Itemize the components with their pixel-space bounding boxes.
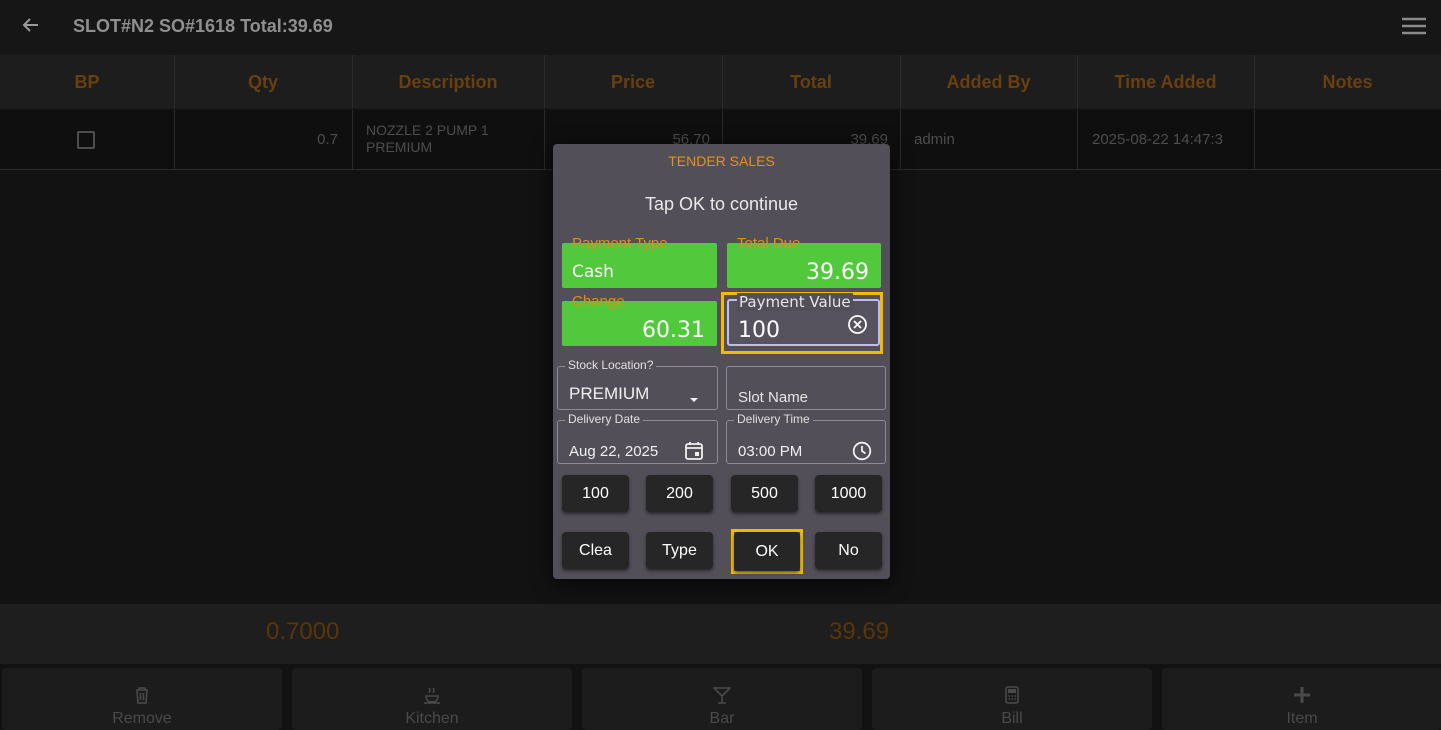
header-added-by[interactable]: Added By bbox=[900, 55, 1077, 109]
slot-name-placeholder: Slot Name bbox=[738, 389, 809, 406]
total-due-field: Total Due 39.69 bbox=[727, 235, 881, 288]
change-field: Change 60.31 bbox=[562, 293, 717, 346]
table-header: BP Qty Description Price Total Added By … bbox=[0, 55, 1441, 109]
dialog-message: Tap OK to continue bbox=[644, 194, 799, 214]
kitchen-button[interactable]: Kitchen bbox=[292, 668, 572, 730]
totals-bar: 0.7000 39.69 bbox=[0, 604, 1441, 664]
trash-icon bbox=[134, 686, 150, 708]
bar-label: Bar bbox=[709, 710, 735, 727]
payment-type-field[interactable]: Payment Type Cash bbox=[562, 235, 717, 288]
header-description[interactable]: Description bbox=[352, 55, 544, 109]
top-app-bar: SLOT#N2 SO#1618 Total:39.69 bbox=[0, 0, 1441, 55]
change-value: 60.31 bbox=[642, 318, 705, 343]
back-arrow-icon[interactable] bbox=[18, 12, 44, 38]
change-label: Change bbox=[572, 293, 625, 310]
total-due-label: Total Due bbox=[737, 235, 801, 252]
clock-icon[interactable] bbox=[852, 441, 872, 465]
footer-amount-total: 39.69 bbox=[829, 618, 890, 645]
quick-amount-500-button[interactable]: 500 bbox=[731, 475, 798, 512]
footer-qty-total: 0.7000 bbox=[266, 618, 340, 645]
kitchen-icon bbox=[423, 686, 441, 708]
delivery-date-field[interactable]: Delivery Date Aug 22, 2025 bbox=[557, 412, 718, 465]
payment-value-label: Payment Value bbox=[737, 293, 853, 311]
header-time-added[interactable]: Time Added bbox=[1077, 55, 1254, 109]
header-notes[interactable]: Notes bbox=[1254, 55, 1441, 109]
row-added-by: admin bbox=[914, 131, 955, 148]
row-qty: 0.7 bbox=[317, 131, 338, 148]
dialog-title: TENDER SALES bbox=[668, 153, 775, 169]
calculator-icon bbox=[1004, 686, 1020, 708]
item-label: Item bbox=[1286, 710, 1318, 727]
total-due-value: 39.69 bbox=[806, 260, 869, 285]
clear-button[interactable]: Clea bbox=[562, 532, 629, 569]
delivery-date-value: Aug 22, 2025 bbox=[569, 443, 659, 460]
remove-label: Remove bbox=[112, 710, 172, 727]
stock-location-value: PREMIUM bbox=[569, 384, 650, 403]
ok-button[interactable]: OK bbox=[734, 532, 800, 571]
header-bp[interactable]: BP bbox=[0, 55, 174, 109]
page-title: SLOT#N2 SO#1618 Total:39.69 bbox=[73, 16, 333, 36]
row-description-line1: NOZZLE 2 PUMP 1 bbox=[366, 122, 489, 138]
dropdown-arrow-icon bbox=[688, 389, 700, 408]
cocktail-icon bbox=[712, 686, 732, 708]
bp-checkbox[interactable] bbox=[77, 131, 95, 149]
header-price[interactable]: Price bbox=[544, 55, 722, 109]
calendar-icon[interactable] bbox=[684, 441, 704, 465]
quick-amount-1000-button[interactable]: 1000 bbox=[815, 475, 882, 512]
plus-icon bbox=[1293, 686, 1311, 708]
type-button[interactable]: Type bbox=[646, 532, 713, 569]
payment-type-value: Cash bbox=[572, 262, 614, 282]
header-qty[interactable]: Qty bbox=[174, 55, 352, 109]
item-button[interactable]: Item bbox=[1162, 668, 1441, 730]
delivery-time-field[interactable]: Delivery Time 03:00 PM bbox=[726, 412, 886, 465]
payment-value-text: 100 bbox=[738, 318, 780, 343]
stock-location-label: Stock Location? bbox=[565, 358, 657, 372]
row-description: NOZZLE 2 PUMP 1 PREMIUM bbox=[366, 122, 489, 156]
row-time-added: 2025-08-22 14:47:3 bbox=[1092, 131, 1223, 148]
no-button[interactable]: No bbox=[815, 532, 882, 569]
delivery-time-label: Delivery Time bbox=[734, 412, 813, 426]
hamburger-menu-icon[interactable] bbox=[1400, 14, 1428, 38]
slot-name-field[interactable]: Slot Name bbox=[726, 366, 886, 410]
row-description-line2: PREMIUM bbox=[366, 139, 433, 155]
clear-input-icon[interactable] bbox=[847, 314, 868, 335]
bar-button[interactable]: Bar bbox=[582, 668, 862, 730]
kitchen-label: Kitchen bbox=[405, 710, 459, 727]
bill-button[interactable]: Bill bbox=[872, 668, 1152, 730]
remove-button[interactable]: Remove bbox=[2, 668, 282, 730]
header-total[interactable]: Total bbox=[722, 55, 900, 109]
delivery-time-value: 03:00 PM bbox=[738, 443, 803, 460]
stock-location-select[interactable]: Stock Location? PREMIUM bbox=[557, 358, 718, 410]
quick-amount-100-button[interactable]: 100 bbox=[562, 475, 629, 512]
payment-type-label: Payment Type bbox=[572, 235, 668, 252]
quick-amount-200-button[interactable]: 200 bbox=[646, 475, 713, 512]
delivery-date-label: Delivery Date bbox=[565, 412, 644, 426]
bill-label: Bill bbox=[1001, 710, 1023, 727]
